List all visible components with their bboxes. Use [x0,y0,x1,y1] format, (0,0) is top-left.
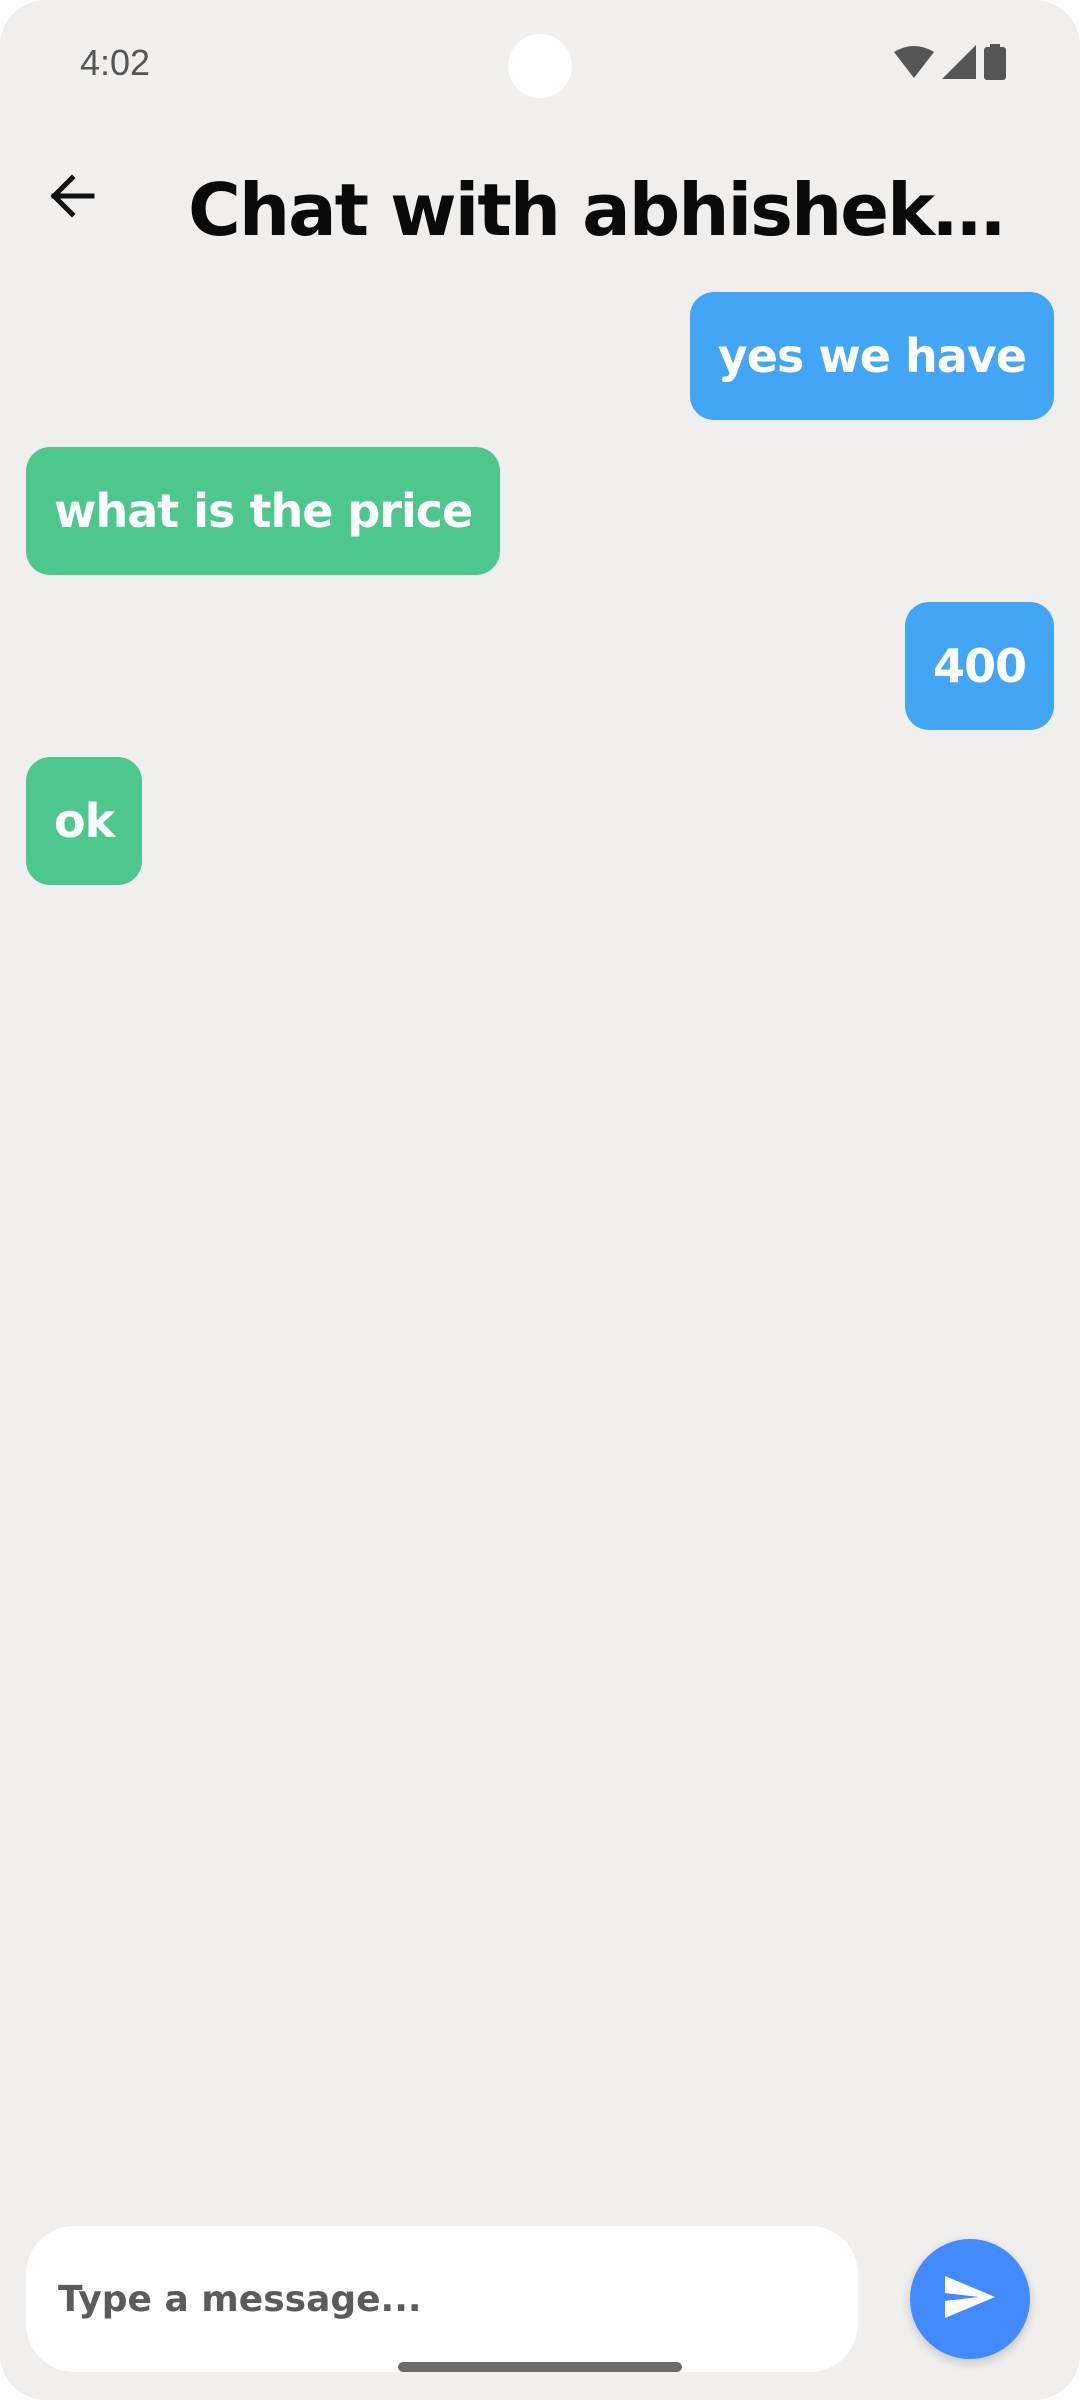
camera-cutout [508,34,572,98]
battery-icon [984,44,1006,80]
message-text: ok [54,794,115,848]
message-bubble-received: ok [26,757,143,885]
home-indicator[interactable] [398,2362,682,2372]
message-text: 400 [932,639,1027,693]
page-title: Chat with abhisheksh... [188,168,1038,252]
status-icons [894,44,1006,80]
message-bubble-sent: yes we have [689,292,1054,420]
chat-screen: 4:02 Chat with abhisheksh... yes we have… [0,0,1080,2400]
message-text: yes we have [717,329,1027,383]
message-input[interactable] [26,2226,858,2372]
message-bubble-received: what is the price [26,447,501,575]
message-text: what is the price [54,484,473,538]
arrow-left-icon [48,174,96,222]
back-button[interactable] [36,162,108,234]
message-bubble-sent: 400 [904,602,1054,730]
send-icon [945,2276,995,2322]
send-button[interactable] [910,2239,1030,2359]
cell-signal-icon [942,45,976,79]
wifi-icon [894,46,934,78]
status-time: 4:02 [80,42,151,83]
